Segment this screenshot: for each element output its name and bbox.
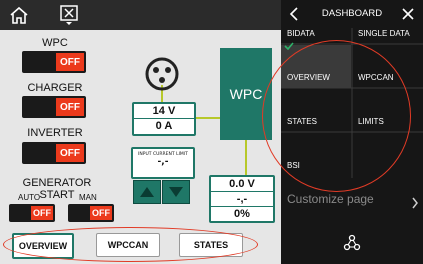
arrow-up-icon	[140, 187, 154, 197]
input-current-limit-box: INPUT CURRENT LIMIT -,-	[131, 147, 195, 179]
highlight-ellipse	[3, 227, 258, 262]
arrow-down-icon	[169, 187, 183, 197]
input-readout: 14 V 0 A	[132, 102, 196, 136]
back-chevron-icon[interactable]	[289, 6, 299, 25]
panel-item-bidata[interactable]: BIDATA	[287, 29, 315, 38]
checkmark-icon	[284, 42, 294, 52]
panel-highlight-ellipse	[262, 40, 411, 192]
decrease-limit-button[interactable]	[162, 180, 190, 204]
panel-item-single-data[interactable]: SINGLE DATA	[358, 29, 410, 38]
battery-soc: 0%	[234, 208, 250, 220]
input-current-limit-value: -,-	[157, 157, 169, 167]
battery-readout: 0.0 V -,- 0%	[209, 175, 275, 223]
settings-nodes-icon[interactable]	[343, 234, 361, 256]
shore-power-socket-icon	[145, 57, 179, 91]
input-current: 0 A	[155, 120, 173, 132]
close-icon[interactable]	[401, 6, 415, 25]
battery-current: -,-	[211, 192, 273, 207]
customize-page-link[interactable]: Customize page	[287, 192, 374, 206]
increase-limit-button[interactable]	[133, 180, 161, 204]
chevron-right-icon[interactable]	[411, 194, 419, 213]
battery-voltage: 0.0 V	[211, 177, 273, 192]
panel-title: DASHBOARD	[321, 8, 383, 19]
input-voltage: 14 V	[134, 104, 194, 119]
input-current-limit-label: INPUT CURRENT LIMIT	[138, 152, 188, 157]
